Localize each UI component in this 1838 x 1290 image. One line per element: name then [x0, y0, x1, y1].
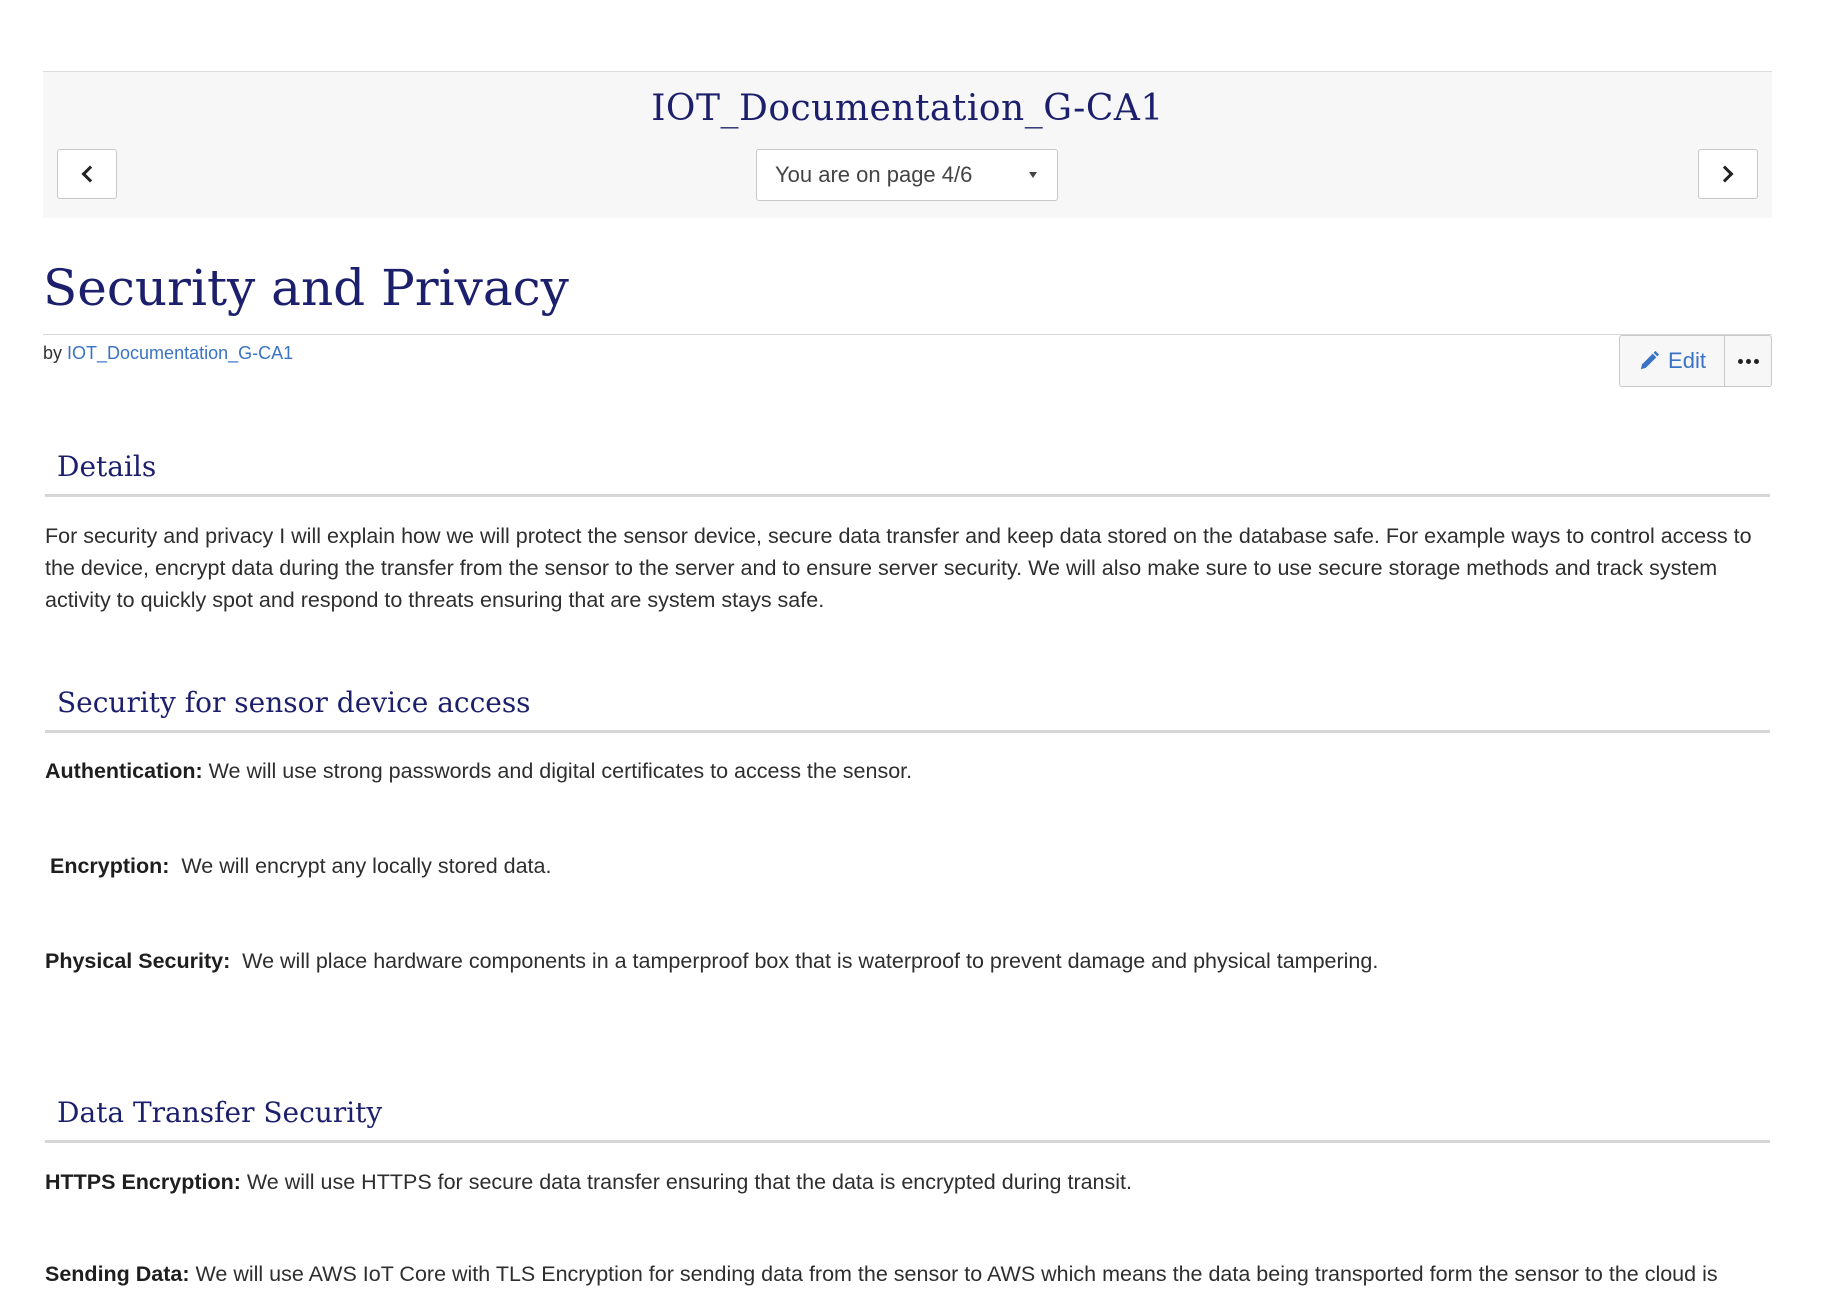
previous-page-button[interactable] [57, 149, 117, 199]
item-text: We will use HTTPS for secure data transf… [240, 1170, 1132, 1194]
item-label: Encryption: [50, 854, 170, 878]
item-label: Authentication: [45, 759, 203, 783]
item-text: We will use strong passwords and digital… [202, 759, 913, 783]
by-label: by [43, 343, 63, 363]
authentication-item: Authentication: We will use strong passw… [45, 755, 1772, 787]
document-title: IOT_Documentation_G-CA1 [651, 88, 1164, 129]
page-title: Security and Privacy [43, 259, 569, 317]
physical-security-item: Physical Security: We will place hardwar… [45, 945, 1772, 977]
details-paragraph: For security and privacy I will explain … [45, 524, 1752, 612]
page-indicator-label: You are on page 4/6 [775, 162, 973, 187]
more-options-button[interactable] [1725, 336, 1771, 386]
item-text: We will encrypt any locally stored data. [169, 854, 552, 878]
author-link[interactable]: IOT_Documentation_G-CA1 [67, 343, 293, 363]
sending-data-item: Sending Data: We will use AWS IoT Core w… [45, 1258, 1772, 1290]
edit-button[interactable]: Edit [1620, 336, 1725, 386]
section-heading-data-transfer: Data Transfer Security [45, 1090, 1770, 1143]
page-actions: Edit [1619, 335, 1772, 387]
title-divider [43, 334, 1772, 335]
page-navigation: IOT_Documentation_G-CA1 You are on page … [43, 71, 1772, 218]
encryption-item: Encryption: We will encrypt any locally … [50, 850, 1777, 882]
item-label: Physical Security: [45, 949, 231, 973]
section-heading-details: Details [45, 444, 1770, 497]
byline: by IOT_Documentation_G-CA1 [43, 343, 293, 364]
chevron-left-icon [81, 165, 99, 183]
page-selector-dropdown[interactable]: You are on page 4/6 [756, 149, 1058, 201]
item-text: We will use AWS IoT Core with TLS Encryp… [189, 1262, 1718, 1286]
pencil-icon [1640, 350, 1660, 370]
caret-down-icon [1029, 172, 1037, 178]
item-text: We will place hardware components in a t… [230, 949, 1379, 973]
edit-label: Edit [1668, 348, 1706, 373]
ellipsis-icon [1737, 358, 1743, 364]
chevron-right-icon [1716, 165, 1734, 183]
next-page-button[interactable] [1698, 149, 1758, 199]
item-label: HTTPS Encryption: [45, 1170, 241, 1194]
item-label: Sending Data: [45, 1262, 190, 1286]
section-heading-sensor-access: Security for sensor device access [45, 680, 1770, 733]
https-encryption-item: HTTPS Encryption: We will use HTTPS for … [45, 1166, 1772, 1198]
